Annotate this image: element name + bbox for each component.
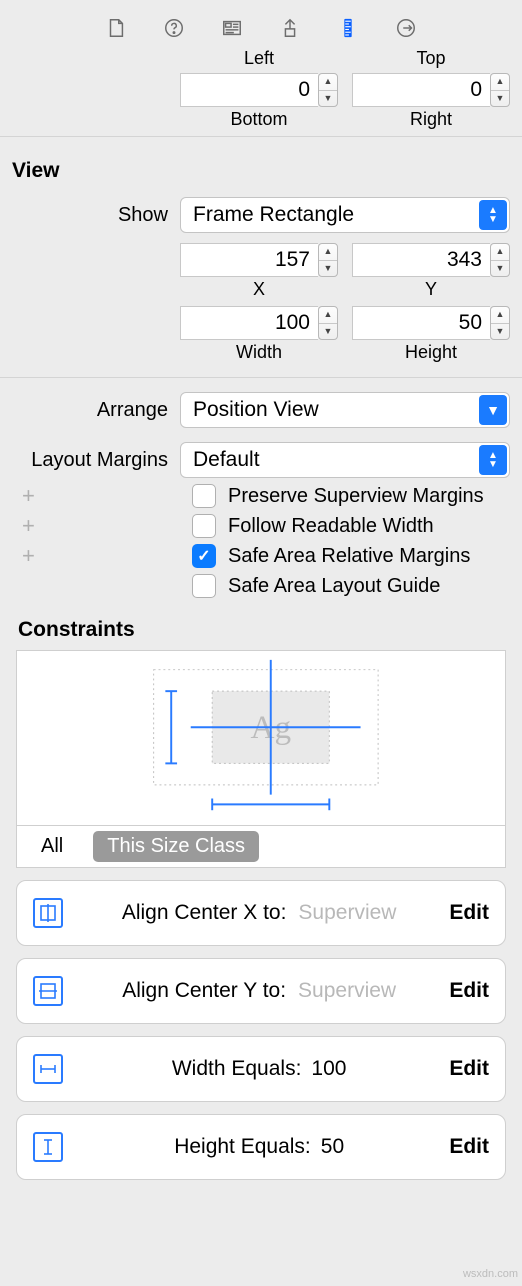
safe-area-relative-margins-label: Safe Area Relative Margins	[228, 545, 470, 568]
right-input[interactable]: 0	[352, 73, 490, 107]
constraint-value: Superview	[298, 979, 396, 1003]
layout-margins-label: Layout Margins	[12, 449, 180, 472]
x-label: X	[253, 279, 265, 300]
right-label: Right	[410, 109, 452, 130]
y-label: Y	[425, 279, 437, 300]
constraint-row[interactable]: Width Equals: 100 Edit	[16, 1036, 506, 1102]
constraints-diagram[interactable]: Ag	[16, 650, 506, 826]
x-stepper[interactable]: ▲▼	[318, 243, 338, 277]
size-inspector-icon[interactable]	[336, 16, 360, 40]
show-value: Frame Rectangle	[193, 203, 354, 227]
plus-icon: +	[22, 543, 35, 569]
inspector-tab-bar	[0, 0, 522, 44]
bottom-stepper[interactable]: ▲▼	[318, 73, 338, 107]
constraint-row[interactable]: Align Center X to: Superview Edit	[16, 880, 506, 946]
width-input[interactable]: 100	[180, 306, 318, 340]
align-center-x-icon	[33, 898, 63, 928]
show-popup[interactable]: Frame Rectangle	[180, 197, 510, 233]
constraints-title: Constraints	[12, 604, 510, 650]
right-stepper[interactable]: ▲▼	[490, 73, 510, 107]
y-input[interactable]: 343	[352, 243, 490, 277]
updown-icon	[479, 445, 507, 475]
constraint-value: 100	[311, 1057, 346, 1081]
tab-this-size-class[interactable]: This Size Class	[93, 831, 259, 862]
constraint-label: Align Center Y to:	[122, 979, 286, 1003]
arrange-label: Arrange	[12, 399, 180, 422]
top-label: Top	[416, 48, 445, 69]
edit-button[interactable]: Edit	[449, 1135, 489, 1159]
edit-button[interactable]: Edit	[449, 901, 489, 925]
follow-readable-width-label: Follow Readable Width	[228, 515, 434, 538]
constraints-list: Align Center X to: Superview Edit Align …	[16, 880, 506, 1180]
preserve-superview-margins-label: Preserve Superview Margins	[228, 485, 484, 508]
show-label: Show	[12, 204, 180, 227]
help-inspector-icon[interactable]	[162, 16, 186, 40]
layout-margins-value: Default	[193, 448, 260, 472]
constraints-tabs: All This Size Class	[16, 826, 506, 868]
left-label: Left	[244, 48, 274, 69]
constraint-row[interactable]: Height Equals: 50 Edit	[16, 1114, 506, 1180]
plus-icon: +	[22, 483, 35, 509]
connections-inspector-icon[interactable]	[394, 16, 418, 40]
align-center-y-icon	[33, 976, 63, 1006]
plus-icon: +	[22, 513, 35, 539]
view-section-title: View	[12, 137, 510, 193]
updown-icon	[479, 200, 507, 230]
chevron-down-icon: ▼	[479, 395, 507, 425]
y-stepper[interactable]: ▲▼	[490, 243, 510, 277]
edit-button[interactable]: Edit	[449, 1057, 489, 1081]
safe-area-layout-guide-checkbox[interactable]	[192, 574, 216, 598]
x-input[interactable]: 157	[180, 243, 318, 277]
watermark: wsxdn.com	[463, 1268, 518, 1280]
identity-inspector-icon[interactable]	[220, 16, 244, 40]
constraint-label: Align Center X to:	[122, 901, 287, 925]
constraint-label: Height Equals:	[174, 1135, 311, 1159]
arrange-value: Position View	[193, 398, 319, 422]
attributes-inspector-icon[interactable]	[278, 16, 302, 40]
bottom-label: Bottom	[230, 109, 287, 130]
constraint-row[interactable]: Align Center Y to: Superview Edit	[16, 958, 506, 1024]
width-stepper[interactable]: ▲▼	[318, 306, 338, 340]
layout-margins-popup[interactable]: Default	[180, 442, 510, 478]
constraint-value: 50	[321, 1135, 344, 1159]
preserve-superview-margins-checkbox[interactable]	[192, 484, 216, 508]
follow-readable-width-checkbox[interactable]	[192, 514, 216, 538]
height-stepper[interactable]: ▲▼	[490, 306, 510, 340]
safe-area-layout-guide-label: Safe Area Layout Guide	[228, 575, 440, 598]
width-label: Width	[236, 342, 282, 363]
edit-button[interactable]: Edit	[449, 979, 489, 1003]
constraint-label: Width Equals:	[172, 1057, 302, 1081]
arrange-popup[interactable]: Position View ▼	[180, 392, 510, 428]
safe-area-relative-margins-checkbox[interactable]	[192, 544, 216, 568]
divider	[0, 377, 522, 378]
width-constraint-icon	[33, 1054, 63, 1084]
height-label: Height	[405, 342, 457, 363]
height-constraint-icon	[33, 1132, 63, 1162]
file-inspector-icon[interactable]	[104, 16, 128, 40]
constraint-value: Superview	[298, 901, 396, 925]
tab-all[interactable]: All	[17, 835, 87, 858]
height-input[interactable]: 50	[352, 306, 490, 340]
bottom-input[interactable]: 0	[180, 73, 318, 107]
